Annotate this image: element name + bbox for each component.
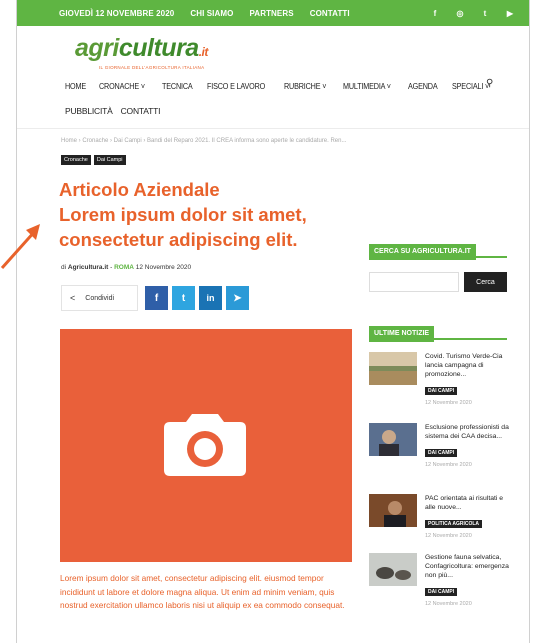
news-category[interactable]: DAI CAMPI [425,387,458,395]
article-author[interactable]: Agricultura.it [68,264,108,271]
news-title[interactable]: Esclusione professionisti da sistema dei… [425,423,509,441]
search-widget-title: CERCA SU AGRICULTURA.IT [369,244,476,260]
secondary-nav: PUBBLICITÀ CONTATTI [65,106,168,116]
nav-tecnica[interactable]: TECNICA [162,81,193,91]
news-date: 12 Novembre 2020 [425,533,472,539]
share-button[interactable]: < Condividi [61,285,138,311]
news-date: 12 Novembre 2020 [425,601,472,607]
logo-part-agri: agri [75,34,119,62]
article-title-line: Articolo Aziendale [59,179,220,200]
facebook-icon[interactable]: f [430,9,440,18]
logo-tagline: IL GIORNALE DELL'AGRICOLTURA ITALIANA [99,65,205,70]
page-frame: GIOVEDÌ 12 NOVEMBRE 2020 CHI SIAMO PARTN… [16,0,530,643]
nav-contatti[interactable]: CONTATTI [121,106,161,116]
article-title-line: Lorem ipsum dolor sit amet, [59,204,307,225]
breadcrumb[interactable]: Home › Cronache › Dai Campi › Bandi del … [61,138,346,144]
instagram-icon[interactable]: ◎ [455,9,465,18]
linkedin-share-icon[interactable]: in [199,286,222,310]
camera-icon [164,414,246,476]
top-link-contatti[interactable]: CONTATTI [310,9,350,18]
facebook-share-icon[interactable]: f [145,286,168,310]
logo-part-cultura: cultura [118,34,199,62]
site-logo[interactable]: agricultura.it IL GIORNALE DELL'AGRICOLT… [75,34,209,71]
annotation-arrow-icon [0,224,40,270]
header-divider [17,128,529,129]
telegram-share-icon[interactable]: ➤ [226,286,249,310]
meta-by: di [61,264,68,271]
article-date: 12 Novembre 2020 [133,264,192,271]
top-bar: GIOVEDÌ 12 NOVEMBRE 2020 CHI SIAMO PARTN… [17,0,529,26]
main-nav: HOME CRONACHE ˅ TECNICA FISCO E LAVORO R… [65,79,504,93]
article-place: ROMA [114,264,134,271]
tag-dai-campi[interactable]: Dai Campi [93,155,126,165]
twitter-share-icon[interactable]: t [172,286,195,310]
news-widget-heading: ULTIME NOTIZIE [369,322,507,342]
logo-part-it: .it [198,45,209,59]
news-category[interactable]: POLITICA AGRICOLA [425,520,483,528]
tag-cronache[interactable]: Cronache [61,155,91,165]
article-meta: di Agricultura.it - ROMA 12 Novembre 202… [61,264,191,271]
news-thumbnail [369,423,417,456]
article-title-line: consectetur adipiscing elit. [59,229,298,250]
news-title[interactable]: Gestione fauna selvatica, Confagricoltur… [425,553,509,580]
news-thumbnail [369,494,417,527]
top-link-chi-siamo[interactable]: CHI SIAMO [190,9,233,18]
article-tags: Cronache Dai Campi [61,155,129,165]
nav-fisco-e-lavoro[interactable]: FISCO E LAVORO [207,81,265,91]
news-widget-title: ULTIME NOTIZIE [369,326,435,342]
hero-image-placeholder [60,329,352,562]
news-category[interactable]: DAI CAMPI [425,449,458,457]
nav-speciali[interactable]: SPECIALI ˅ [452,81,489,91]
social-links: f ◎ t ▶ [415,0,515,26]
news-date: 12 Novembre 2020 [425,462,472,468]
sidebar-search-input[interactable] [369,272,459,292]
search-button[interactable]: Cerca [464,272,507,292]
news-title[interactable]: Covid. Turismo Verde-Cia lancia campagna… [425,352,509,379]
youtube-icon[interactable]: ▶ [505,9,515,18]
search-widget-heading: CERCA SU AGRICULTURA.IT [369,240,507,260]
nav-multimedia[interactable]: MULTIMEDIA ˅ [343,81,391,91]
news-title[interactable]: PAC orientata ai risultati e alle nuove.… [425,494,509,512]
share-label: Condividi [85,294,115,302]
news-category[interactable]: DAI CAMPI [425,588,458,596]
news-date: 12 Novembre 2020 [425,400,472,406]
share-icon: < [70,293,76,303]
nav-agenda[interactable]: AGENDA [408,81,438,91]
article-title: Articolo Aziendale Lorem ipsum dolor sit… [59,177,379,252]
search-icon[interactable]: ⚲ [486,78,493,89]
nav-rubriche[interactable]: RUBRICHE ˅ [284,81,326,91]
top-bar-date: GIOVEDÌ 12 NOVEMBRE 2020 [59,8,175,18]
nav-cronache[interactable]: CRONACHE ˅ [99,81,145,91]
image-caption: Lorem ipsum dolor sit amet, consectetur … [60,573,345,610]
news-thumbnail [369,553,417,586]
twitter-icon[interactable]: t [480,9,490,18]
news-thumbnail [369,352,417,385]
top-link-partners[interactable]: PARTNERS [249,9,293,18]
nav-home[interactable]: HOME [65,81,86,91]
nav-pubblicita[interactable]: PUBBLICITÀ [65,106,113,116]
share-buttons: f t in ➤ [145,286,253,310]
